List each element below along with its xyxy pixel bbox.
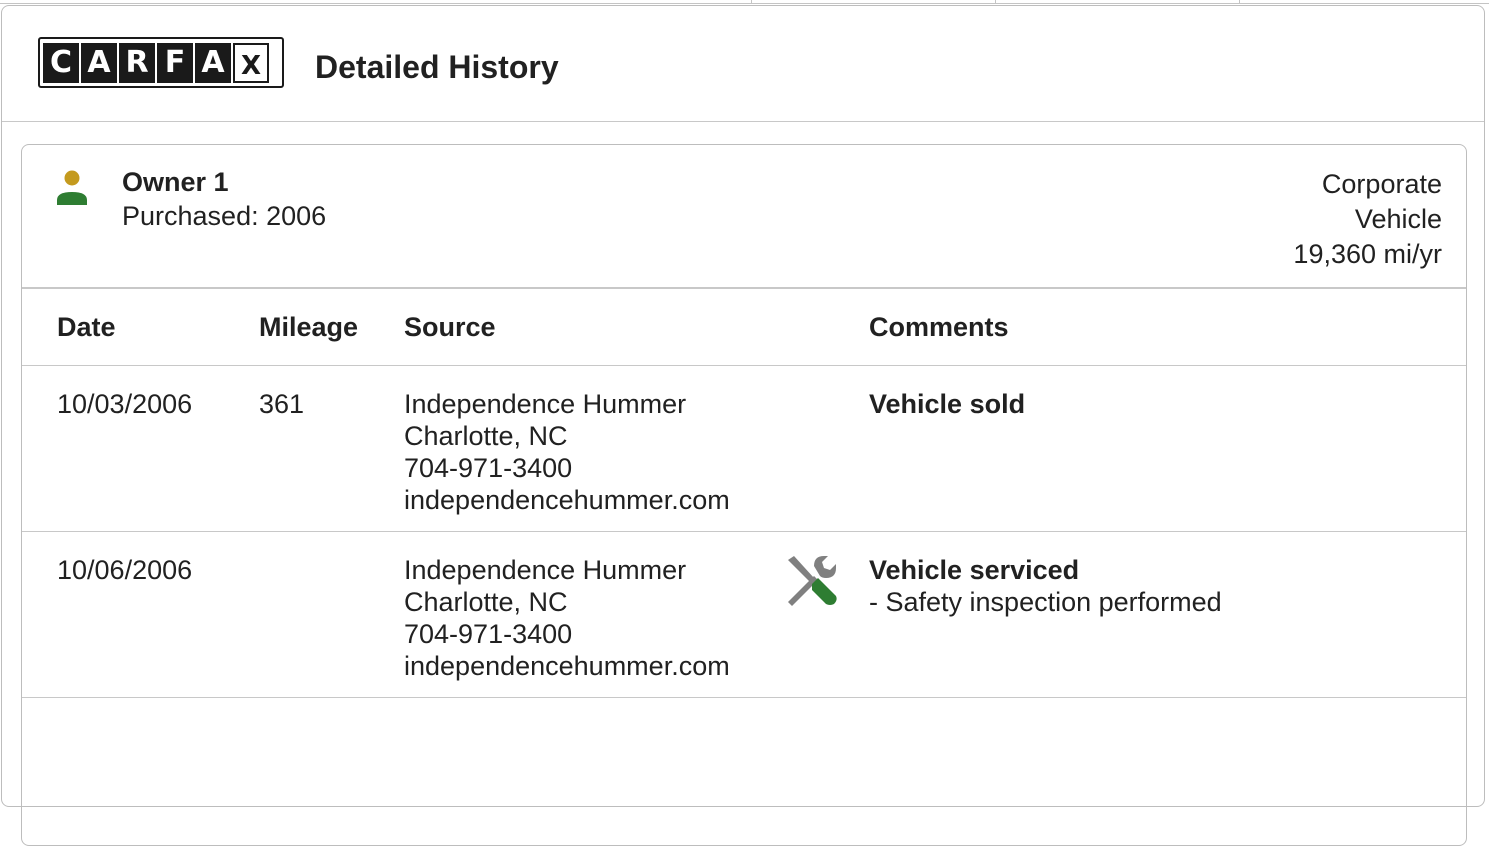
- comment-title: Vehicle serviced: [869, 555, 1080, 585]
- carfax-logo: C A R F A X: [38, 37, 284, 88]
- logo-letter: A: [195, 42, 231, 83]
- cell-comments: Vehicle sold: [869, 365, 1466, 532]
- column-header-source: Source: [404, 289, 784, 366]
- cell-date: 10/03/2006: [22, 365, 259, 532]
- person-icon: [57, 170, 87, 205]
- table-row: 10/06/2006 Independence Hummer Charlotte…: [22, 531, 1466, 698]
- detailed-history-card: C A R F A X Detailed History Owner 1 Pur…: [1, 5, 1485, 846]
- source-phone[interactable]: 704-971-3400: [404, 452, 774, 484]
- table-header-row: Date Mileage Source Comments: [22, 289, 1466, 366]
- service-tools-icon: [788, 556, 837, 606]
- cell-source: Independence Hummer Charlotte, NC 704-97…: [404, 531, 784, 698]
- column-header-mileage: Mileage: [259, 289, 404, 366]
- owner-type-line: Vehicle: [1354, 204, 1442, 234]
- logo-letter: C: [43, 42, 79, 83]
- source-name: Independence Hummer: [404, 389, 687, 419]
- owner-type-line: Corporate: [1321, 169, 1442, 199]
- source-phone[interactable]: 704-971-3400: [404, 618, 774, 650]
- source-name: Independence Hummer: [404, 555, 687, 585]
- source-location: Charlotte, NC: [404, 587, 568, 617]
- owner-name: Owner 1: [122, 167, 229, 197]
- logo-letter: A: [81, 42, 117, 83]
- history-table: Date Mileage Source Comments 10/03/2006 …: [22, 289, 1466, 698]
- source-website-link[interactable]: independencehummer.com: [404, 650, 774, 682]
- logo-letter: X: [233, 42, 269, 83]
- cell-icon: [784, 365, 869, 532]
- owner-header: Owner 1 Purchased: 2006 Corporate Vehicl…: [22, 145, 1466, 289]
- cell-date: 10/06/2006: [22, 531, 259, 698]
- column-divider: [995, 0, 996, 4]
- section-divider: [0, 0, 1489, 4]
- cell-comments: Vehicle serviced - Safety inspection per…: [869, 531, 1466, 698]
- logo-letter: R: [119, 42, 155, 83]
- owner-mileage-rate: 19,360 mi/yr: [1293, 239, 1442, 269]
- owner-purchased: Purchased: 2006: [122, 201, 327, 231]
- column-divider: [751, 0, 752, 4]
- card-header: C A R F A X Detailed History: [2, 6, 1484, 122]
- column-header-comments: Comments: [869, 289, 1466, 366]
- owner-section: Owner 1 Purchased: 2006 Corporate Vehicl…: [21, 144, 1467, 846]
- cell-mileage: 361: [259, 365, 404, 532]
- page-title: Detailed History: [315, 49, 559, 85]
- source-location: Charlotte, NC: [404, 421, 568, 451]
- column-header-icon: [784, 289, 869, 366]
- comment-title: Vehicle sold: [869, 389, 1026, 419]
- owner-type: Corporate Vehicle 19,360 mi/yr: [1222, 167, 1442, 272]
- cell-icon: [784, 531, 869, 698]
- source-website-link[interactable]: independencehummer.com: [404, 484, 774, 516]
- cell-mileage: [259, 531, 404, 698]
- column-divider: [1239, 0, 1240, 4]
- logo-letter: F: [157, 42, 193, 83]
- comment-detail: - Safety inspection performed: [869, 587, 1222, 617]
- table-row: 10/03/2006 361 Independence Hummer Charl…: [22, 365, 1466, 532]
- cell-source: Independence Hummer Charlotte, NC 704-97…: [404, 365, 784, 532]
- column-header-date: Date: [22, 289, 259, 366]
